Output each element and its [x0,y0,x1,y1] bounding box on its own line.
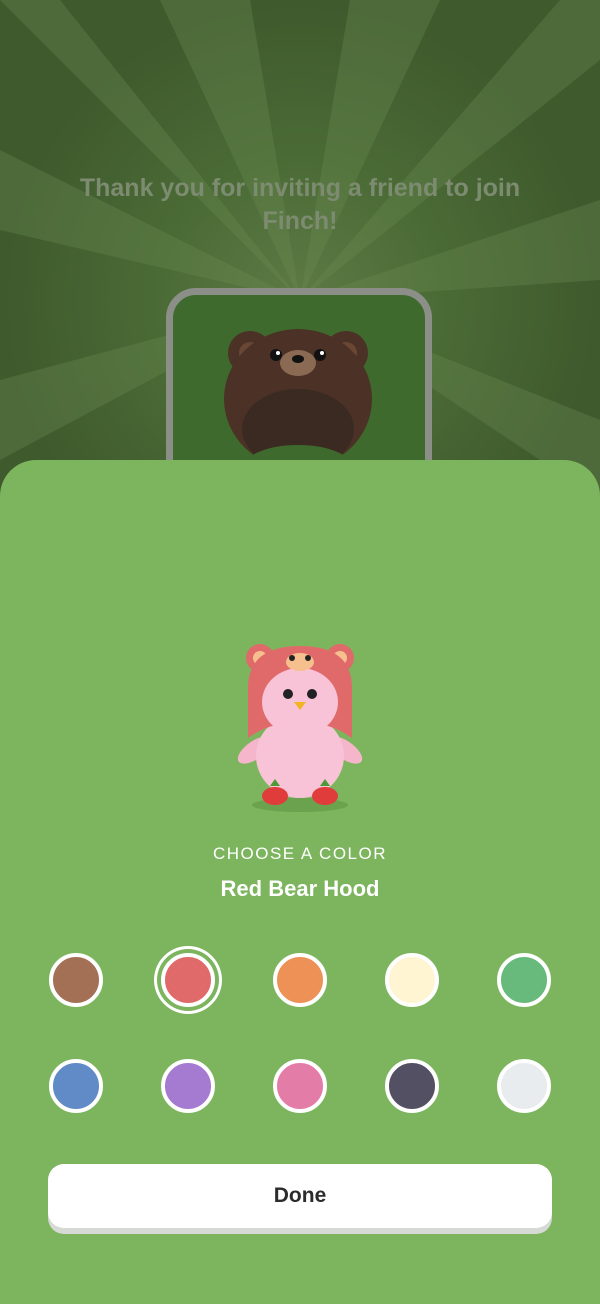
swatch-orange[interactable] [273,953,327,1007]
color-picker-sheet: CHOOSE A COLOR Red Bear Hood Done [0,460,600,1304]
swatch-red[interactable] [161,953,215,1007]
swatch-green[interactable] [497,953,551,1007]
invite-thanks-message: Thank you for inviting a friend to join … [79,174,521,235]
pet-bird-red-bear-hood-icon [237,644,363,812]
done-button[interactable]: Done [48,1164,552,1228]
swatch-light-gray[interactable] [497,1059,551,1113]
background-backdrop: Thank you for inviting a friend to join … [0,0,600,520]
choose-color-label: CHOOSE A COLOR [212,844,388,863]
swatch-charcoal[interactable] [385,1059,439,1113]
swatch-blue[interactable] [49,1059,103,1113]
swatch-brown[interactable] [49,953,103,1007]
swatch-cream[interactable] [385,953,439,1007]
selected-item-name: Red Bear Hood [220,876,380,901]
swatch-pink[interactable] [273,1059,327,1113]
brown-bear-hood-icon [224,329,372,469]
swatch-purple[interactable] [161,1059,215,1113]
